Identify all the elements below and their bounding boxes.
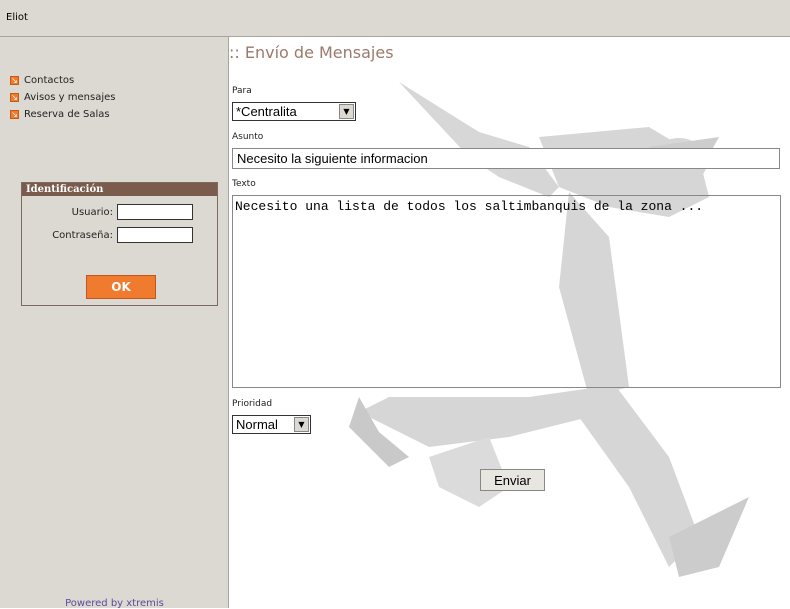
prioridad-select-value: Normal	[236, 417, 278, 432]
user-input[interactable]	[117, 204, 193, 220]
sidebar-item-contactos[interactable]: ↘ Contactos	[10, 72, 115, 89]
sidebar-item-label: Avisos y mensajes	[24, 92, 116, 103]
para-label: Para	[232, 86, 252, 96]
sidebar: ↘ Contactos ↘ Avisos y mensajes ↘ Reserv…	[0, 37, 229, 609]
texto-label: Texto	[232, 179, 256, 189]
sidebar-item-label: Contactos	[24, 75, 75, 86]
prioridad-select[interactable]: Normal ▼	[232, 415, 311, 434]
prioridad-label: Prioridad	[232, 399, 273, 409]
chevron-down-icon: ▼	[339, 104, 354, 119]
login-box: Identificación Usuario: Contraseña: OK	[21, 182, 218, 306]
sidebar-nav: ↘ Contactos ↘ Avisos y mensajes ↘ Reserv…	[10, 72, 115, 123]
user-row: Usuario:	[72, 203, 193, 221]
password-label: Contraseña:	[52, 229, 113, 241]
ok-button[interactable]: OK	[86, 275, 156, 299]
sidebar-item-reserva[interactable]: ↘ Reserva de Salas	[10, 106, 115, 123]
arrow-icon: ↘	[10, 110, 19, 119]
app-title: Eliot	[6, 12, 28, 23]
chevron-down-icon: ▼	[294, 417, 309, 432]
para-select-value: *Centralita	[236, 104, 297, 119]
password-input[interactable]	[117, 227, 193, 243]
user-label: Usuario:	[71, 206, 113, 218]
texto-textarea[interactable]: Necesito una lista de todos los saltimba…	[232, 195, 781, 388]
login-header: Identificación	[22, 183, 217, 196]
main-content: :: Envío de Mensajes Para *Centralita ▼ …	[229, 37, 790, 608]
sidebar-item-avisos[interactable]: ↘ Avisos y mensajes	[10, 89, 115, 106]
para-select[interactable]: *Centralita ▼	[232, 102, 356, 121]
top-bar: Eliot	[0, 0, 790, 37]
arrow-icon: ↘	[10, 93, 19, 102]
sidebar-item-label: Reserva de Salas	[24, 109, 110, 120]
send-button[interactable]: Enviar	[480, 469, 545, 491]
page-title: :: Envío de Mensajes	[229, 43, 394, 62]
password-row: Contraseña:	[52, 226, 193, 244]
asunto-label: Asunto	[232, 132, 264, 142]
powered-by-link[interactable]: Powered by xtremis	[0, 598, 229, 609]
arrow-icon: ↘	[10, 76, 19, 85]
asunto-input[interactable]: Necesito la siguiente informacion	[232, 148, 780, 169]
